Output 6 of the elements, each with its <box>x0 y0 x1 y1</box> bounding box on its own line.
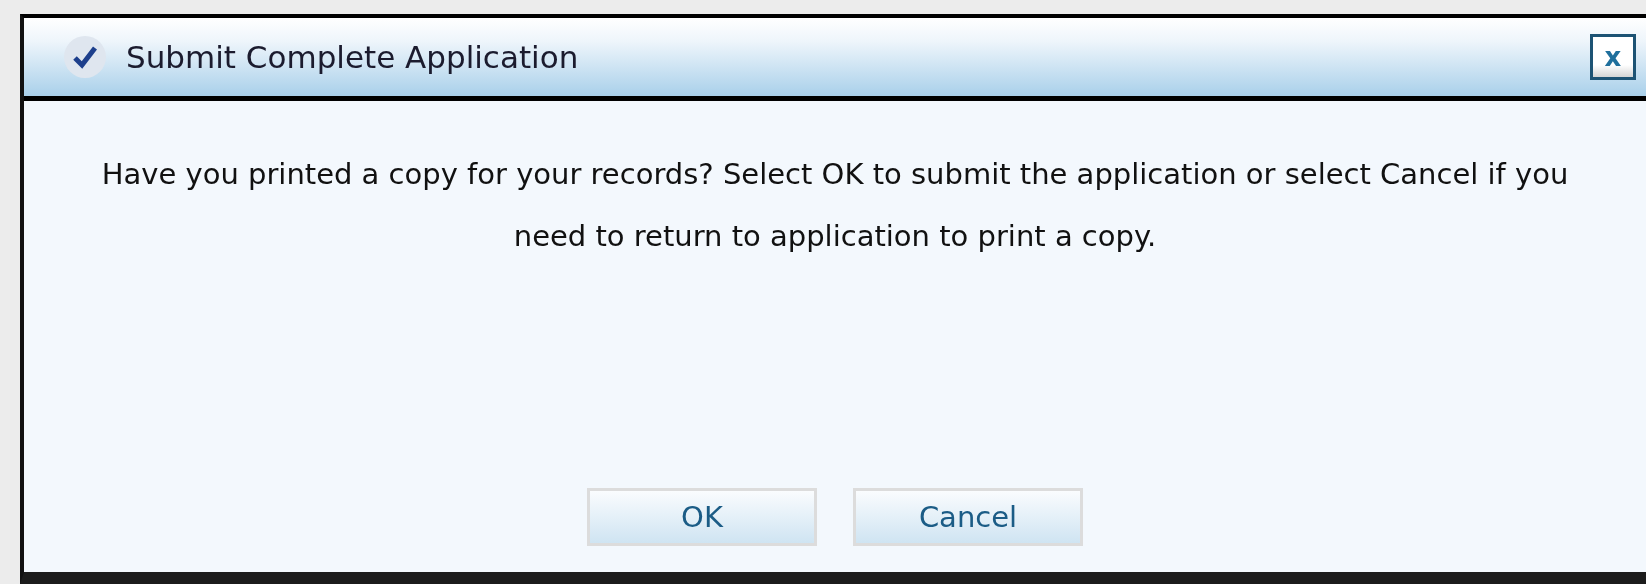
close-button[interactable]: x <box>1590 34 1636 80</box>
dialog-title: Submit Complete Application <box>126 39 580 75</box>
cancel-button[interactable]: Cancel <box>853 488 1083 546</box>
ok-button[interactable]: OK <box>587 488 817 546</box>
checkmark-icon <box>62 34 108 80</box>
dialog-message: Have you printed a copy for your records? Select OK to submit the application or select Cancel if you need to return to application to print a copy. <box>100 156 1570 255</box>
